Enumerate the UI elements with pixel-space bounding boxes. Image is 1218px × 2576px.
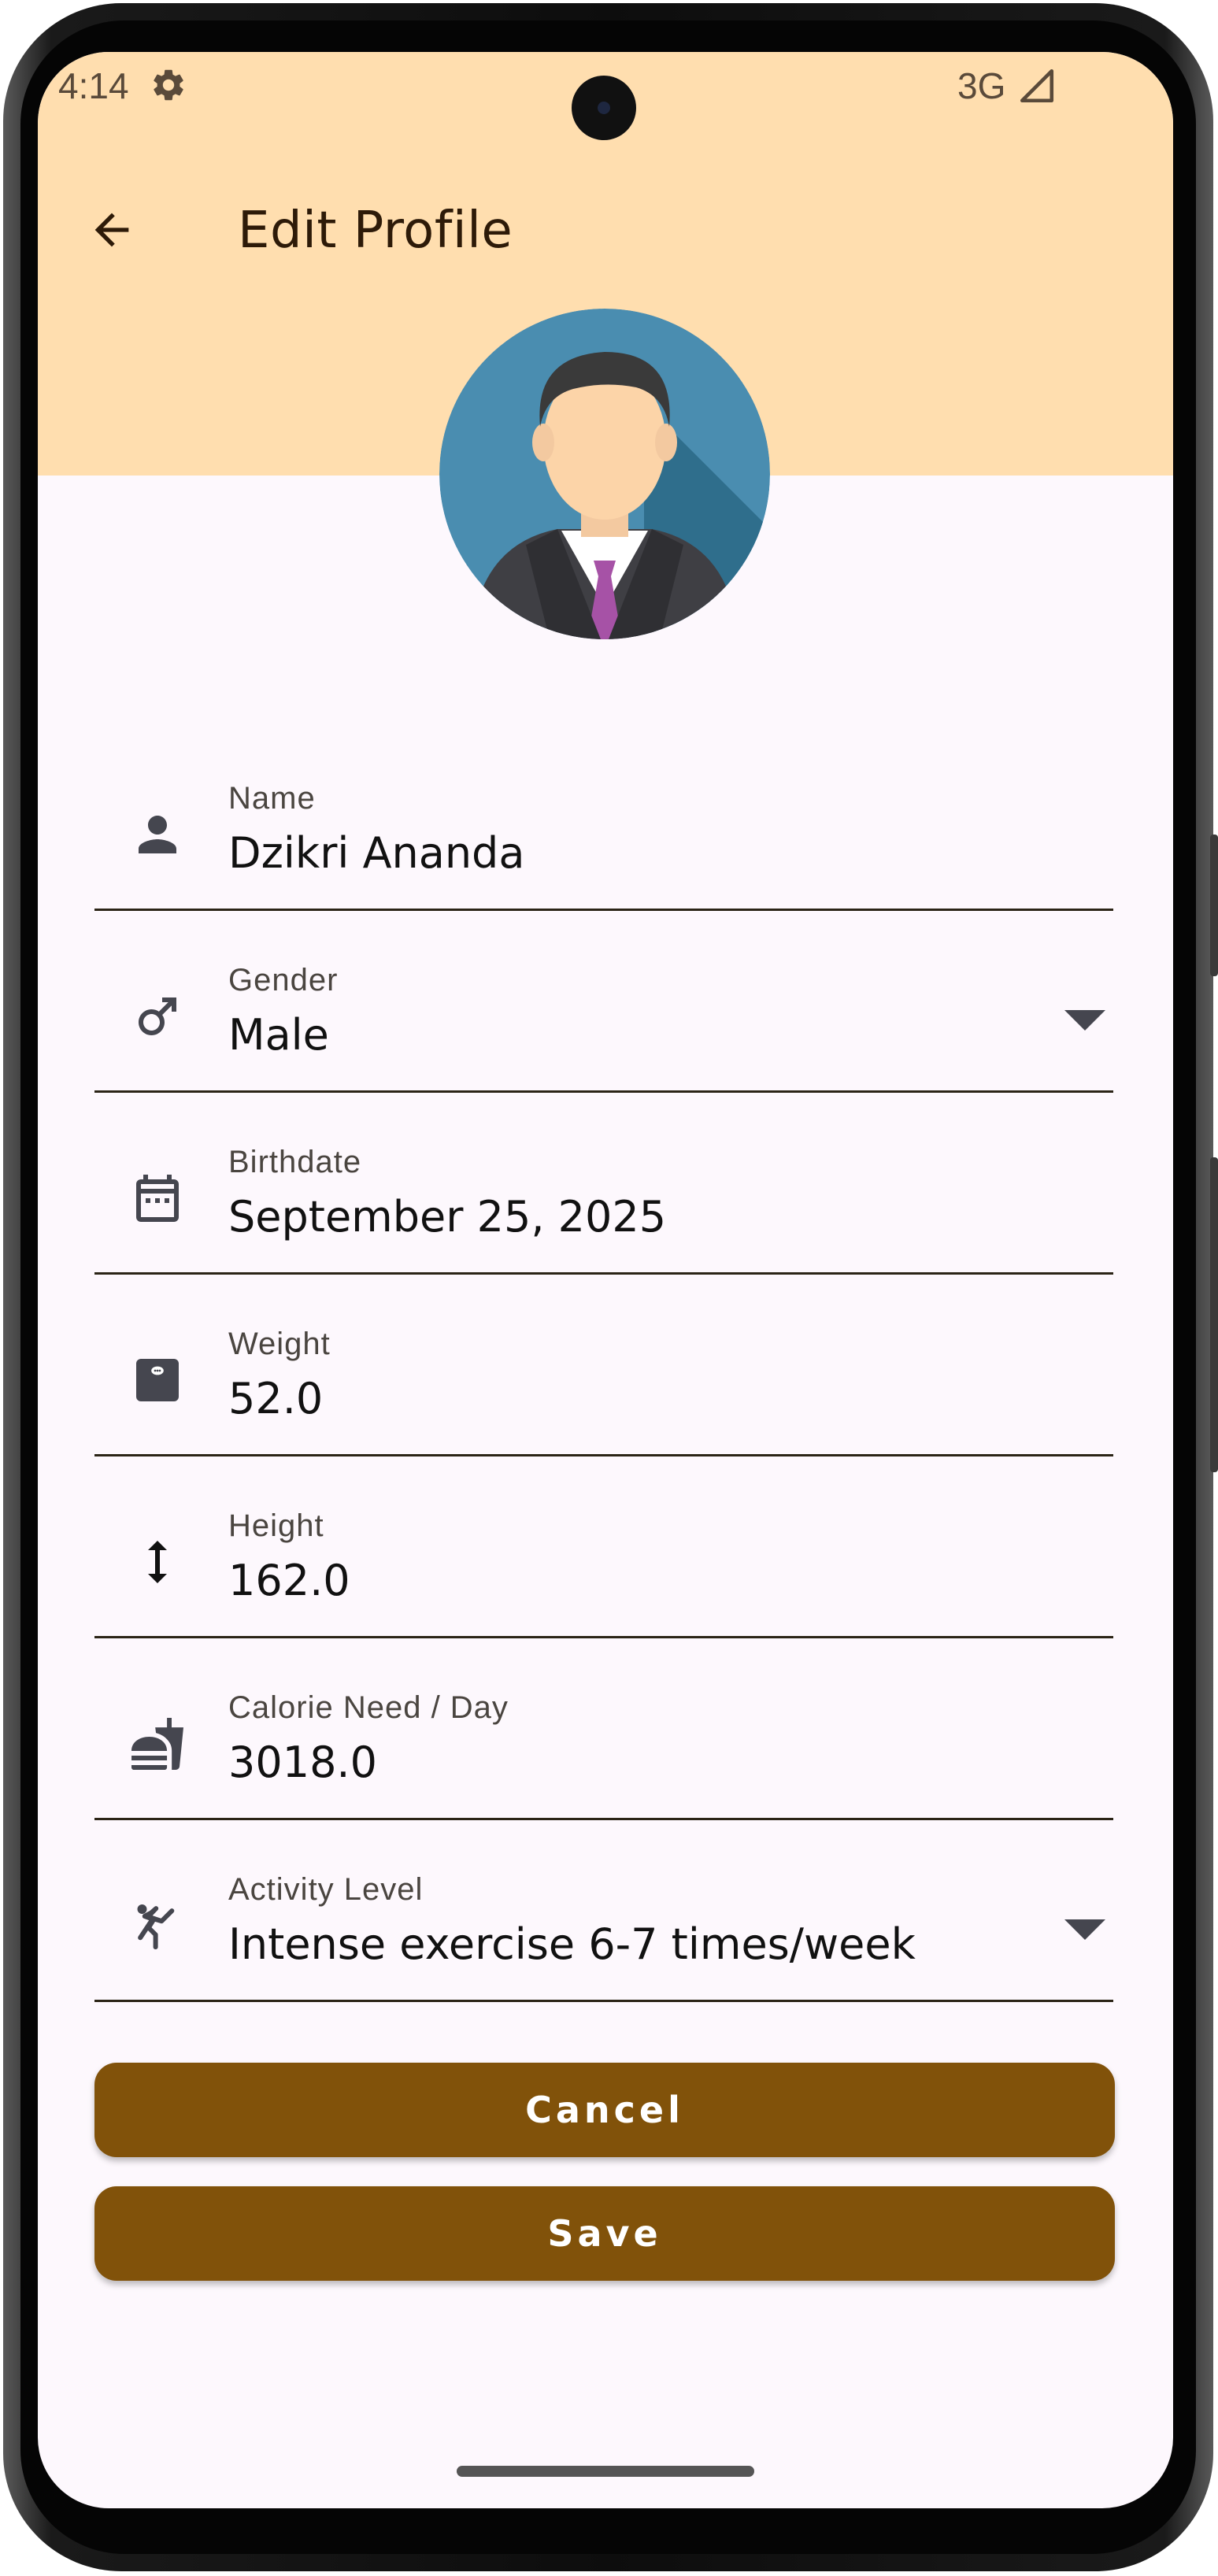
height-field[interactable]: Height 162.0 [94, 1455, 1113, 1638]
page-title: Edit Profile [238, 202, 513, 260]
save-button[interactable]: Save [94, 2186, 1115, 2281]
weight-field[interactable]: Weight 52.0 [94, 1273, 1113, 1456]
name-field[interactable]: Name Dzikri Ananda [94, 727, 1113, 911]
dropdown-arrow-icon[interactable] [1061, 1916, 1109, 1943]
activity-level-label: Activity Level [228, 1872, 424, 1907]
calorie-label: Calorie Need / Day [228, 1690, 509, 1725]
fastfood-icon [131, 1718, 183, 1770]
app-bar: Edit Profile [38, 186, 1173, 272]
weight-label: Weight [228, 1327, 331, 1361]
volume-button [1210, 835, 1218, 976]
weight-value[interactable]: 52.0 [228, 1374, 323, 1423]
height-icon [148, 1541, 167, 1583]
front-camera [572, 76, 636, 140]
birthdate-value[interactable]: September 25, 2025 [228, 1192, 666, 1242]
name-label: Name [228, 781, 316, 816]
network-type: 3G [957, 65, 1006, 106]
back-arrow-icon[interactable] [87, 205, 137, 255]
gender-dropdown[interactable]: Gender Male [94, 909, 1113, 1093]
gender-value: Male [228, 1010, 329, 1060]
height-label: Height [228, 1508, 324, 1543]
calorie-field[interactable]: Calorie Need / Day 3018.0 [94, 1637, 1113, 1820]
avatar-illustration [439, 309, 770, 639]
dropdown-arrow-icon[interactable] [1061, 1007, 1109, 1034]
device-frame: 4:14 3G Edit Profile Name Dzikri Ananda … [0, 0, 1218, 2576]
profile-avatar[interactable] [439, 309, 770, 639]
height-value[interactable]: 162.0 [228, 1556, 350, 1605]
person-icon [139, 816, 176, 853]
cancel-button[interactable]: Cancel [94, 2063, 1115, 2157]
birthdate-label: Birthdate [228, 1145, 362, 1179]
activity-level-value: Intense exercise 6-7 times/week [228, 1919, 916, 1969]
app-screen: 4:14 3G Edit Profile Name Dzikri Ananda … [38, 52, 1173, 2508]
signal-icon [1020, 68, 1054, 103]
status-time: 4:14 [58, 65, 129, 106]
male-icon [139, 997, 176, 1035]
birthdate-field[interactable]: Birthdate September 25, 2025 [94, 1091, 1113, 1275]
activity-level-dropdown[interactable]: Activity Level Intense exercise 6-7 time… [94, 1819, 1113, 2002]
settings-gear-icon [154, 69, 183, 101]
scale-icon [136, 1359, 179, 1401]
home-indicator[interactable] [457, 2466, 754, 2477]
kick-icon [137, 1904, 175, 1949]
name-value[interactable]: Dzikri Ananda [228, 828, 524, 878]
gender-label: Gender [228, 963, 339, 997]
status-bar: 4:14 3G [38, 52, 1173, 140]
calendar-icon [136, 1175, 179, 1222]
power-button [1210, 1157, 1218, 1472]
calorie-value[interactable]: 3018.0 [228, 1738, 377, 1787]
